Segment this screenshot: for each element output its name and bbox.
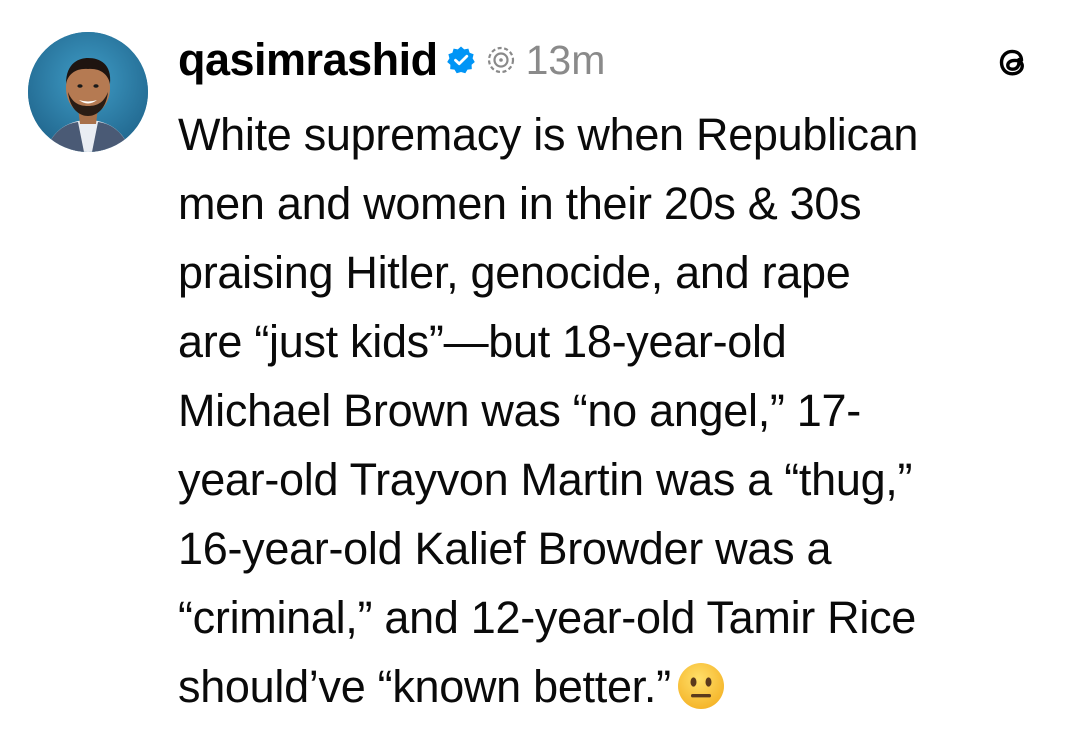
timestamp: 13m [525, 36, 606, 83]
avatar[interactable] [28, 32, 148, 152]
post-line: “criminal,” and 12-year-old Tamir Rice [178, 592, 916, 643]
verified-badge-icon [446, 45, 476, 75]
neutral-face-emoji-icon [675, 660, 727, 712]
post-body: White supremacy is when Republican men a… [178, 100, 1068, 721]
post-line-text: should’ve “known better.” [178, 661, 671, 712]
post-line: year-old Trayvon Martin was a “thug,” [178, 454, 913, 505]
post-line: 16-year-old Kalief Browder was a [178, 523, 832, 574]
post-line-last: should’ve “known better.” [178, 652, 1068, 721]
username[interactable]: qasimrashid [178, 34, 438, 86]
post-header: qasimrashid 13m [178, 28, 605, 92]
thread-status-icon [486, 45, 516, 75]
post-line: White supremacy is when Republican [178, 109, 919, 160]
threads-logo-icon[interactable] [990, 40, 1034, 84]
post-line: Michael Brown was “no angel,” 17- [178, 385, 861, 436]
post-line: praising Hitler, genocide, and rape [178, 247, 851, 298]
post-line: are “just kids”—but 18-year-old [178, 316, 787, 367]
threads-post: qasimrashid 13m White supremacy is when … [0, 0, 1080, 732]
post-line: men and women in their 20s & 30s [178, 178, 862, 229]
